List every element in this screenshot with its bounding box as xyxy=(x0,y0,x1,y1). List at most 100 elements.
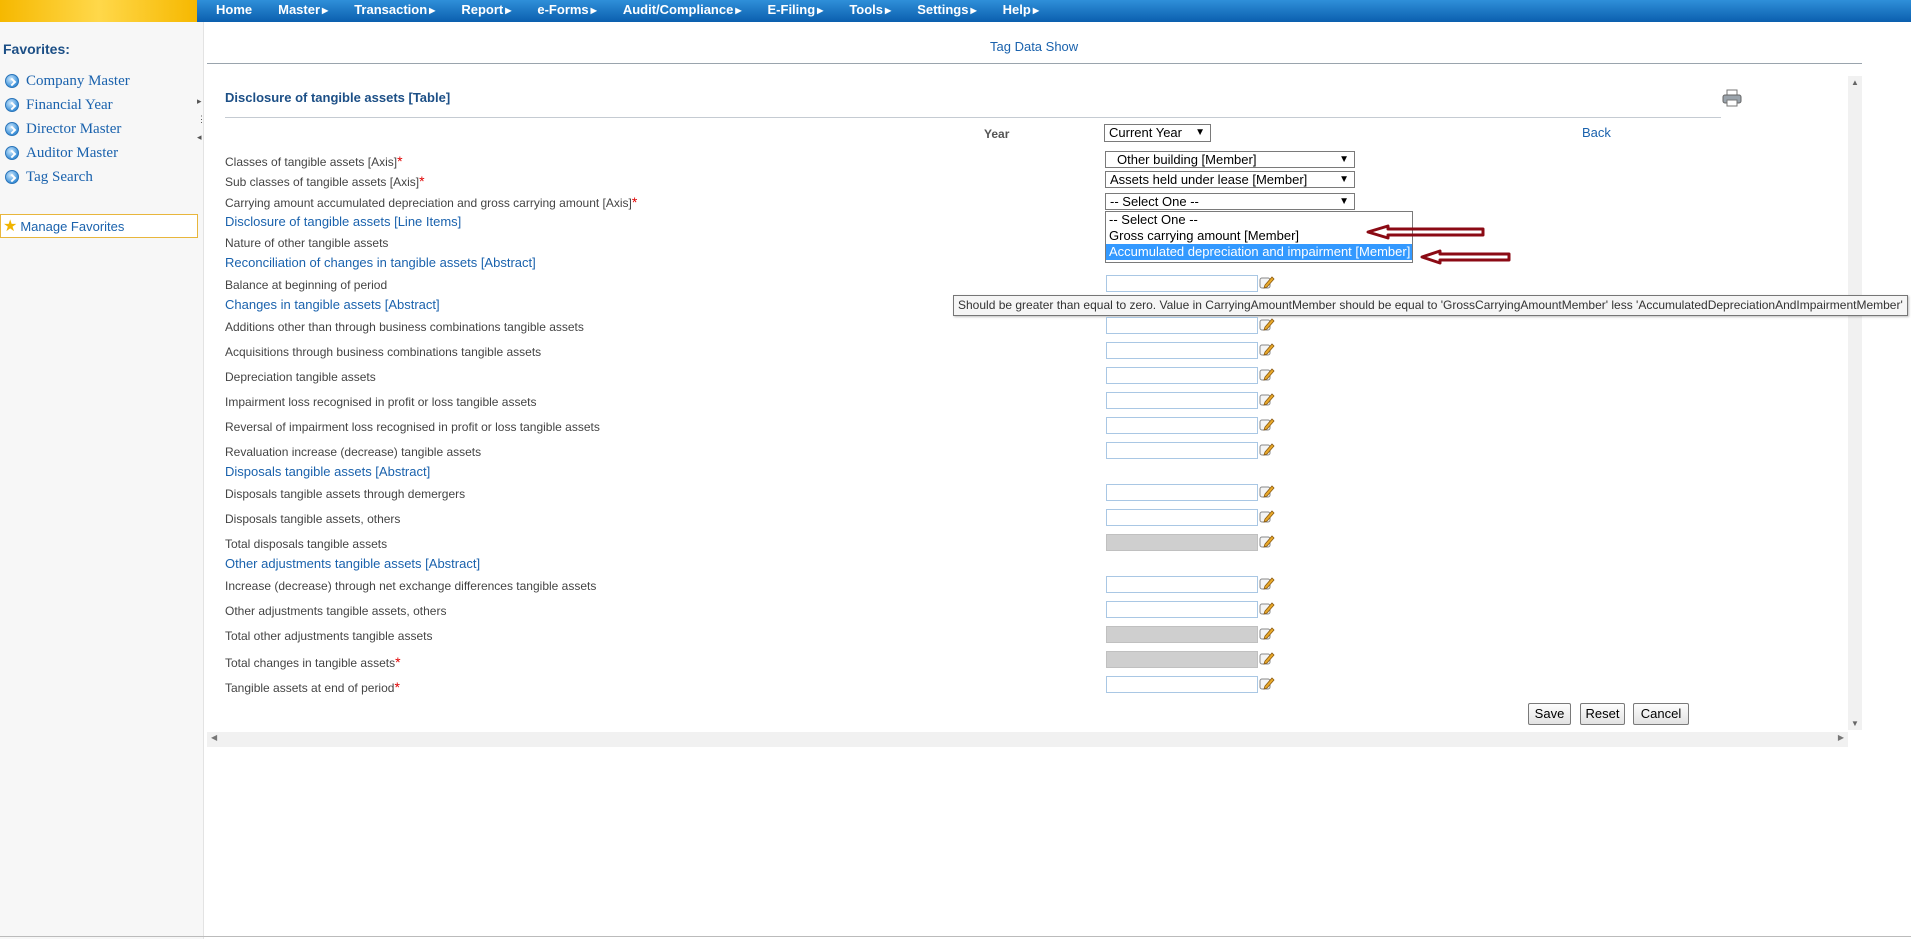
year-select-value: Current Year xyxy=(1109,125,1182,140)
carrying-axis-select[interactable]: -- Select One -- ▼ xyxy=(1105,193,1355,210)
menu-help-label: Help xyxy=(1002,2,1031,17)
top-menu-bar: Home Master ▶ Transaction ▶ Report ▶ e-Form… xyxy=(0,0,1911,22)
edit-note-icon[interactable] xyxy=(1259,651,1275,666)
acquisitions-input[interactable] xyxy=(1106,342,1258,359)
caret-right-icon: ▶ xyxy=(322,6,329,15)
favorite-label: Financial Year xyxy=(26,96,113,113)
edit-note-icon[interactable] xyxy=(1259,392,1275,407)
edit-note-icon[interactable] xyxy=(1259,576,1275,591)
edit-note-icon[interactable] xyxy=(1259,626,1275,641)
subclasses-axis-text: Sub classes of tangible assets [Axis] xyxy=(225,175,420,189)
carrying-axis-value: -- Select One -- xyxy=(1110,194,1199,209)
favorite-director-master[interactable]: Director Master xyxy=(5,117,130,141)
menu-help[interactable]: Help ▶ xyxy=(1003,0,1039,22)
edit-note-icon[interactable] xyxy=(1259,534,1275,549)
menu-home[interactable]: Home xyxy=(216,0,252,22)
edit-note-icon[interactable] xyxy=(1259,275,1275,290)
arrow-circle-icon xyxy=(5,146,19,160)
chevron-down-icon: ▼ xyxy=(1339,196,1349,207)
caret-right-icon: ▶ xyxy=(885,6,892,15)
validation-tooltip: Should be greater than equal to zero. Va… xyxy=(953,295,1908,316)
caret-right-icon: ▶ xyxy=(590,6,597,15)
menu-efiling[interactable]: E-Filing ▶ xyxy=(768,0,824,22)
carrying-axis-text: Carrying amount accumulated depreciation… xyxy=(225,196,632,210)
menu-settings[interactable]: Settings ▶ xyxy=(917,0,976,22)
page-title-link[interactable]: Tag Data Show xyxy=(990,39,1078,54)
vertical-scrollbar[interactable]: ▲ ▼ xyxy=(1848,76,1862,730)
exchange-differences-input[interactable] xyxy=(1106,576,1258,593)
menu-report[interactable]: Report ▶ xyxy=(461,0,511,22)
back-link[interactable]: Back xyxy=(1582,125,1611,140)
reconciliation-heading: Reconciliation of changes in tangible as… xyxy=(225,255,536,270)
caret-right-icon: ▶ xyxy=(505,6,512,15)
favorite-tag-search[interactable]: Tag Search xyxy=(5,165,130,189)
end-period-input[interactable] xyxy=(1106,676,1258,693)
balance-input[interactable] xyxy=(1106,275,1258,292)
edit-note-icon[interactable] xyxy=(1259,484,1275,499)
arrow-circle-icon xyxy=(5,122,19,136)
caret-right-icon: ▶ xyxy=(817,6,824,15)
edit-note-icon[interactable] xyxy=(1259,509,1275,524)
scroll-up-icon[interactable]: ▲ xyxy=(1851,78,1859,87)
favorite-financial-year[interactable]: Financial Year xyxy=(5,93,130,117)
printer-icon[interactable] xyxy=(1722,89,1742,107)
reversal-input[interactable] xyxy=(1106,417,1258,434)
menu-eforms[interactable]: e-Forms ▶ xyxy=(537,0,596,22)
divider xyxy=(225,117,1721,118)
edit-note-icon[interactable] xyxy=(1259,367,1275,382)
scroll-left-icon[interactable]: ◀ xyxy=(211,733,217,742)
dropdown-option-accumulated[interactable]: Accumulated depreciation and impairment … xyxy=(1106,244,1412,260)
save-button[interactable]: Save xyxy=(1528,703,1571,725)
edit-note-icon[interactable] xyxy=(1259,676,1275,691)
sidebar-collapse-handle[interactable]: ▸ ⋮ ◂ xyxy=(197,92,206,146)
total-changes-input xyxy=(1106,651,1258,668)
favorite-label: Tag Search xyxy=(26,168,93,185)
year-label: Year xyxy=(984,127,1010,141)
menu-transaction-label: Transaction xyxy=(354,2,428,17)
divider xyxy=(207,63,1862,64)
subclasses-axis-select[interactable]: Assets held under lease [Member] ▼ xyxy=(1105,171,1355,188)
edit-note-icon[interactable] xyxy=(1259,442,1275,457)
menu-master[interactable]: Master ▶ xyxy=(278,0,328,22)
revaluation-input[interactable] xyxy=(1106,442,1258,459)
menu-audit-compliance[interactable]: Audit/Compliance ▶ xyxy=(623,0,742,22)
menu-efiling-label: E-Filing xyxy=(767,2,816,17)
favorite-auditor-master[interactable]: Auditor Master xyxy=(5,141,130,165)
menu-tools[interactable]: Tools ▶ xyxy=(849,0,891,22)
disposals-others-input[interactable] xyxy=(1106,509,1258,526)
edit-note-icon[interactable] xyxy=(1259,417,1275,432)
total-changes-label: Total changes in tangible assets* xyxy=(225,654,401,670)
disposals-heading: Disposals tangible assets [Abstract] xyxy=(225,464,431,479)
disposals-others-label: Disposals tangible assets, others xyxy=(225,512,401,526)
disposals-demergers-input[interactable] xyxy=(1106,484,1258,501)
other-adjustments-others-input[interactable] xyxy=(1106,601,1258,618)
cancel-button[interactable]: Cancel xyxy=(1633,703,1689,725)
menu-transaction[interactable]: Transaction ▶ xyxy=(354,0,435,22)
required-asterisk: * xyxy=(419,173,425,189)
horizontal-scrollbar[interactable]: ◀ ▶ xyxy=(207,732,1848,747)
annotation-arrow-icon xyxy=(1420,249,1511,265)
caret-right-icon: ▶ xyxy=(970,6,977,15)
caret-right-icon: ▶ xyxy=(735,6,742,15)
scroll-right-icon[interactable]: ▶ xyxy=(1838,733,1844,742)
other-adjustments-heading: Other adjustments tangible assets [Abstr… xyxy=(225,556,481,571)
year-select[interactable]: Current Year ▼ xyxy=(1104,124,1211,142)
scroll-down-icon[interactable]: ▼ xyxy=(1851,719,1859,728)
manage-favorites-button[interactable]: ★ Manage Favorites xyxy=(0,214,198,238)
depreciation-input[interactable] xyxy=(1106,367,1258,384)
other-adjustments-others-label: Other adjustments tangible assets, other… xyxy=(225,604,447,618)
logo-strip xyxy=(0,0,197,22)
favorite-company-master[interactable]: Company Master xyxy=(5,69,130,93)
edit-note-icon[interactable] xyxy=(1259,317,1275,332)
favorite-label: Company Master xyxy=(26,72,130,89)
edit-note-icon[interactable] xyxy=(1259,342,1275,357)
reset-button[interactable]: Reset xyxy=(1580,703,1625,725)
impairment-input[interactable] xyxy=(1106,392,1258,409)
classes-axis-select[interactable]: Other building [Member] ▼ xyxy=(1105,151,1355,168)
divider xyxy=(0,936,1911,937)
edit-note-icon[interactable] xyxy=(1259,601,1275,616)
total-disposals-label: Total disposals tangible assets xyxy=(225,537,388,551)
end-period-text: Tangible assets at end of period xyxy=(225,681,395,695)
additions-input[interactable] xyxy=(1106,317,1258,334)
manage-favorites-label: Manage Favorites xyxy=(20,218,125,234)
